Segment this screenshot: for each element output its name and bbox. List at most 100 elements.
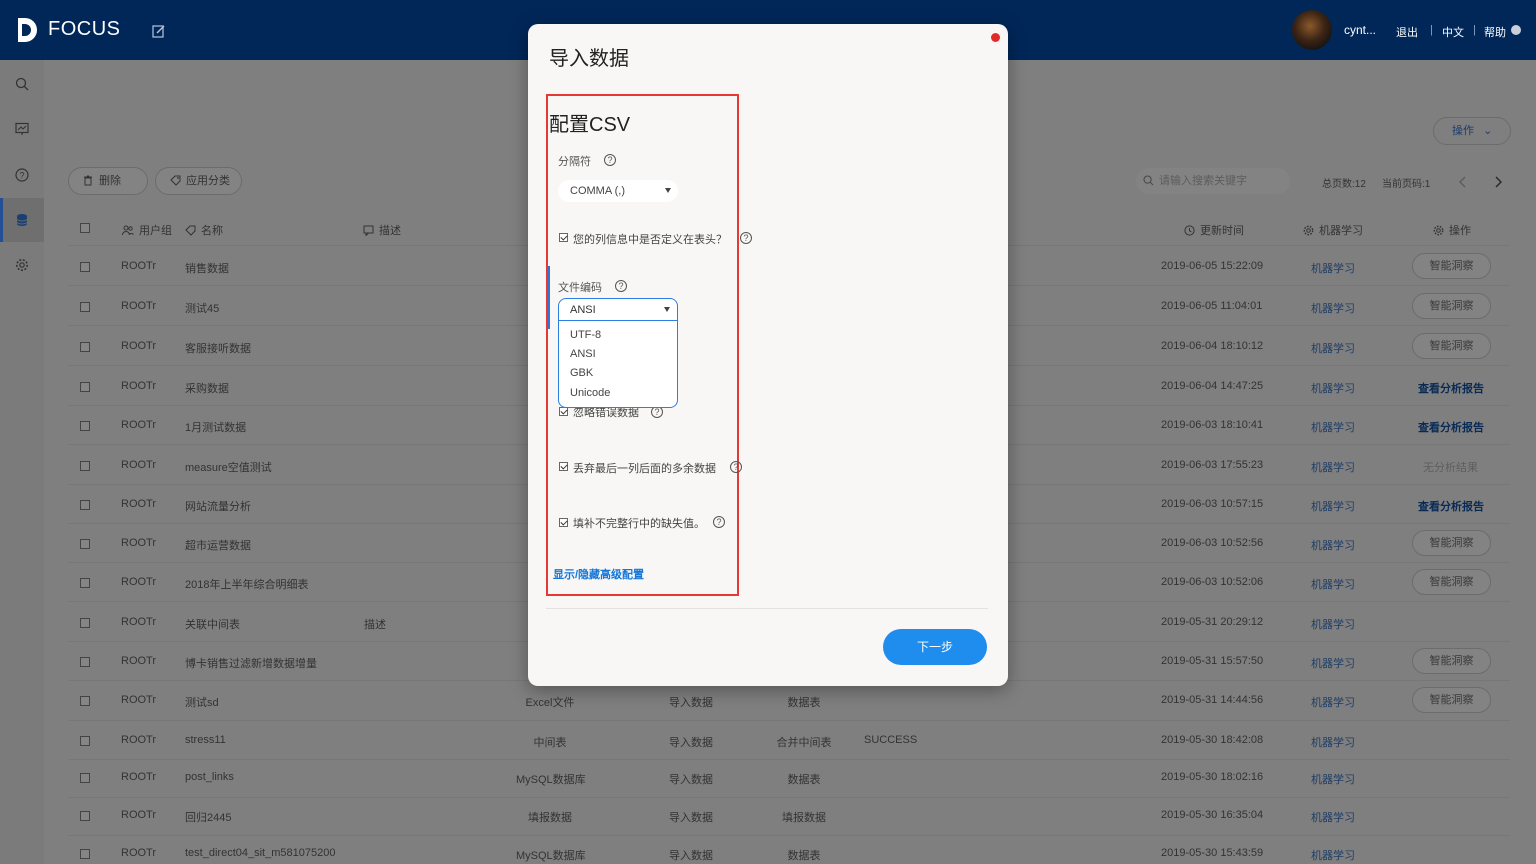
row-checkbox[interactable] bbox=[80, 696, 90, 706]
cell-name[interactable]: 博卡销售过滤新增数据增量 bbox=[185, 655, 317, 671]
cell-name[interactable]: 2018年上半年综合明细表 bbox=[185, 576, 308, 592]
ignore-errors-checkbox[interactable] bbox=[559, 407, 568, 416]
row-checkbox[interactable] bbox=[80, 500, 90, 510]
ml-link[interactable]: 机器学习 bbox=[1311, 537, 1355, 553]
chevron-right-icon[interactable] bbox=[1494, 176, 1502, 188]
encoding-option[interactable]: Unicode bbox=[570, 387, 610, 399]
insight-button[interactable]: 智能洞察 bbox=[1412, 530, 1491, 556]
cell-name[interactable]: measure空值测试 bbox=[185, 459, 272, 475]
encoding-option[interactable]: UTF-8 bbox=[570, 329, 601, 341]
ml-link[interactable]: 机器学习 bbox=[1311, 300, 1355, 316]
cell-name[interactable]: 测试sd bbox=[185, 694, 219, 710]
view-report-link[interactable]: 查看分析报告 bbox=[1418, 380, 1484, 396]
cell-name[interactable]: 客服接听数据 bbox=[185, 340, 251, 356]
ml-link[interactable]: 机器学习 bbox=[1311, 380, 1355, 396]
chevron-left-icon[interactable] bbox=[1459, 176, 1467, 188]
sidebar-item-search[interactable] bbox=[0, 62, 44, 106]
row-checkbox[interactable] bbox=[80, 382, 90, 392]
ml-link[interactable]: 机器学习 bbox=[1311, 498, 1355, 514]
row-checkbox[interactable] bbox=[80, 849, 90, 859]
insight-button[interactable]: 智能洞察 bbox=[1412, 569, 1491, 595]
col-update-time[interactable]: 更新时间 bbox=[1184, 222, 1244, 238]
cell-name[interactable]: 1月测试数据 bbox=[185, 419, 246, 435]
delete-button[interactable]: 删除 bbox=[68, 167, 148, 195]
row-checkbox[interactable] bbox=[80, 578, 90, 588]
row-checkbox[interactable] bbox=[80, 421, 90, 431]
row-checkbox[interactable] bbox=[80, 262, 90, 272]
drop-extra-checkbox[interactable] bbox=[559, 462, 568, 471]
operation-dropdown[interactable]: 操作 ⌄ bbox=[1433, 117, 1511, 145]
insight-button[interactable]: 智能洞察 bbox=[1412, 648, 1491, 674]
ml-link[interactable]: 机器学习 bbox=[1311, 809, 1355, 825]
ml-link[interactable]: 机器学习 bbox=[1311, 340, 1355, 356]
delimiter-select[interactable]: COMMA (,) bbox=[558, 180, 678, 202]
help-link[interactable]: 帮助 bbox=[1484, 24, 1506, 40]
cell-name[interactable]: 超市运营数据 bbox=[185, 537, 251, 553]
cell-name[interactable]: 回归2445 bbox=[185, 809, 231, 825]
focus-logo-icon[interactable] bbox=[16, 16, 40, 44]
advanced-config-link[interactable]: 显示/隐藏高级配置 bbox=[553, 566, 644, 582]
close-icon[interactable] bbox=[991, 33, 1000, 42]
ml-link[interactable]: 机器学习 bbox=[1311, 771, 1355, 787]
language-switch[interactable]: 中文 bbox=[1442, 24, 1464, 40]
cell-name[interactable]: 测试45 bbox=[185, 300, 219, 316]
ml-link[interactable]: 机器学习 bbox=[1311, 847, 1355, 863]
ml-link[interactable]: 机器学习 bbox=[1311, 260, 1355, 276]
row-checkbox[interactable] bbox=[80, 302, 90, 312]
encoding-select[interactable]: ANSI UTF-8 ANSI GBK Unicode bbox=[558, 298, 678, 408]
row-checkbox[interactable] bbox=[80, 539, 90, 549]
view-report-link[interactable]: 查看分析报告 bbox=[1418, 498, 1484, 514]
row-checkbox[interactable] bbox=[80, 461, 90, 471]
sidebar-item-settings[interactable] bbox=[0, 243, 44, 287]
col-user-group[interactable]: 用户组 bbox=[122, 222, 172, 238]
question-icon[interactable]: ? bbox=[730, 461, 742, 473]
select-all-checkbox[interactable] bbox=[80, 223, 90, 233]
cell-name[interactable]: 销售数据 bbox=[185, 260, 229, 276]
fill-missing-checkbox[interactable] bbox=[559, 518, 568, 527]
cell-name[interactable]: post_links bbox=[185, 771, 234, 783]
cell-name[interactable]: stress11 bbox=[185, 734, 226, 746]
sidebar-item-data[interactable] bbox=[0, 198, 44, 242]
question-icon[interactable]: ? bbox=[740, 232, 752, 244]
apply-category-button[interactable]: 应用分类 bbox=[155, 167, 242, 195]
logo-text[interactable]: FOCUS bbox=[48, 18, 121, 41]
col-name[interactable]: 名称 bbox=[185, 222, 223, 238]
col-operation[interactable]: 操作 bbox=[1433, 222, 1471, 238]
row-checkbox[interactable] bbox=[80, 811, 90, 821]
row-checkbox[interactable] bbox=[80, 773, 90, 783]
ml-link[interactable]: 机器学习 bbox=[1311, 459, 1355, 475]
cell-name[interactable]: 关联中间表 bbox=[185, 616, 240, 632]
row-checkbox[interactable] bbox=[80, 618, 90, 628]
row-checkbox[interactable] bbox=[80, 736, 90, 746]
insight-button[interactable]: 智能洞察 bbox=[1412, 333, 1491, 359]
question-icon[interactable]: ? bbox=[713, 516, 725, 528]
ml-link[interactable]: 机器学习 bbox=[1311, 694, 1355, 710]
row-checkbox[interactable] bbox=[80, 342, 90, 352]
question-icon[interactable]: ? bbox=[604, 154, 616, 166]
encoding-option[interactable]: GBK bbox=[570, 367, 593, 379]
search-input[interactable]: 请输入搜索关键字 bbox=[1136, 168, 1290, 194]
question-icon[interactable]: ? bbox=[615, 280, 627, 292]
insight-button[interactable]: 智能洞察 bbox=[1412, 253, 1491, 279]
row-checkbox[interactable] bbox=[80, 657, 90, 667]
view-report-link[interactable]: 查看分析报告 bbox=[1418, 419, 1484, 435]
header-checkbox[interactable] bbox=[559, 233, 568, 242]
ml-link[interactable]: 机器学习 bbox=[1311, 734, 1355, 750]
ml-link[interactable]: 机器学习 bbox=[1311, 419, 1355, 435]
ml-link[interactable]: 机器学习 bbox=[1311, 616, 1355, 632]
ml-link[interactable]: 机器学习 bbox=[1311, 655, 1355, 671]
insight-button[interactable]: 智能洞察 bbox=[1412, 687, 1491, 713]
ml-link[interactable]: 机器学习 bbox=[1311, 576, 1355, 592]
insight-button[interactable]: 智能洞察 bbox=[1412, 293, 1491, 319]
sidebar-item-dashboard[interactable] bbox=[0, 107, 44, 151]
col-ml[interactable]: 机器学习 bbox=[1303, 222, 1363, 238]
user-avatar[interactable] bbox=[1292, 10, 1332, 50]
user-name[interactable]: cynt... bbox=[1344, 23, 1376, 37]
logout-link[interactable]: 退出 bbox=[1396, 24, 1418, 40]
help-icon[interactable] bbox=[1511, 25, 1521, 35]
sidebar-item-help[interactable]: ? bbox=[0, 153, 44, 197]
col-description[interactable]: 描述 bbox=[363, 222, 401, 238]
cell-name[interactable]: test_direct04_sit_m581075200 bbox=[185, 847, 335, 859]
cell-name[interactable]: 采购数据 bbox=[185, 380, 229, 396]
encoding-option[interactable]: ANSI bbox=[570, 348, 596, 360]
